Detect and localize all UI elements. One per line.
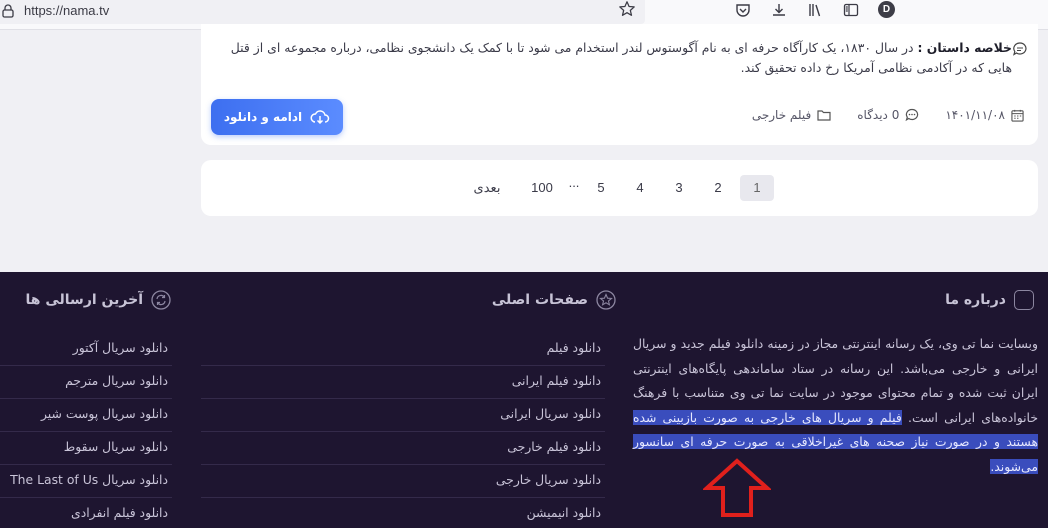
post-card: خلاصه داستان : در سال ۱۸۳۰، یک کارآگاه ح… [201, 24, 1038, 145]
lock-icon [2, 4, 14, 18]
summary-text: در سال ۱۸۳۰، یک کارآگاه حرفه ای به نام آ… [230, 40, 1012, 75]
page-5[interactable]: 5 [589, 175, 613, 201]
footer-link[interactable]: دانلود فیلم خارجی [201, 432, 605, 465]
summary-label: خلاصه داستان : [917, 40, 1013, 55]
page-4[interactable]: 4 [628, 175, 652, 201]
footer-link[interactable]: دانلود سریال آکتور [0, 333, 172, 366]
sidebar-icon[interactable] [843, 2, 859, 18]
footer-link[interactable]: دانلود سریال مترجم [0, 366, 172, 399]
pocket-icon[interactable] [735, 2, 751, 18]
address-bar[interactable]: https://nama.tv [0, 0, 645, 24]
main-pages-list: دانلود فیلم دانلود فیلم ایرانی دانلود سر… [201, 333, 605, 528]
bookmark-star-icon[interactable] [618, 0, 636, 18]
comments-icon [905, 108, 919, 122]
footer-link[interactable]: دانلود سریال خارجی [201, 465, 605, 498]
page-100[interactable]: 100 [527, 175, 557, 201]
footer-link[interactable]: دانلود انیمیشن [201, 498, 605, 528]
about-title: درباره ما [945, 290, 1034, 310]
page-3[interactable]: 3 [667, 175, 691, 201]
post-category[interactable]: فیلم خارجی [752, 108, 811, 122]
comment-icon [1013, 42, 1027, 56]
refresh-icon [151, 290, 171, 310]
annotation-arrow-icon [703, 458, 771, 517]
url-text: https://nama.tv [24, 3, 110, 18]
latest-posts-list: دانلود سریال آکتور دانلود سریال مترجم دا… [0, 333, 172, 528]
continue-download-button[interactable]: ادامه و دانلود [211, 99, 343, 135]
post-date: ۱۴۰۱/۱۱/۰۸ [945, 108, 1005, 122]
main-pages-title: صفحات اصلی [492, 290, 616, 310]
footer-link[interactable]: دانلود فیلم ایرانی [201, 366, 605, 399]
footer-link[interactable]: دانلود سریال The Last of Us [0, 465, 172, 498]
star-icon [596, 290, 616, 310]
story-summary: خلاصه داستان : در سال ۱۸۳۰، یک کارآگاه ح… [222, 38, 1012, 78]
site-footer: درباره ما وبسایت نما تی وی، یک رسانه این… [0, 272, 1048, 528]
library-icon[interactable] [807, 2, 823, 18]
about-text: وبسایت نما تی وی، یک رسانه اینترنتی مجاز… [633, 336, 1038, 474]
footer-link[interactable]: دانلود فیلم [201, 333, 605, 366]
page-2[interactable]: 2 [706, 175, 730, 201]
post-views[interactable]: 0 دیدگاه [857, 108, 899, 122]
user-card-icon [1014, 290, 1034, 310]
page-ellipsis: ... [568, 175, 580, 190]
post-meta: ۱۴۰۱/۱۱/۰۸ 0 دیدگاه فیلم خارجی [752, 108, 1024, 122]
pagination: 1 2 3 4 5 ... 100 بعدی [201, 160, 1038, 216]
calendar-icon [1011, 109, 1024, 122]
footer-link[interactable]: دانلود سریال پوست شیر [0, 399, 172, 432]
cloud-download-icon [310, 110, 330, 125]
footer-link[interactable]: دانلود سریال ایرانی [201, 399, 605, 432]
footer-link[interactable]: دانلود فیلم انفرادی [0, 498, 172, 528]
next-page-link[interactable]: بعدی [467, 175, 507, 201]
page-1[interactable]: 1 [740, 175, 774, 201]
latest-posts-title: آخرین ارسالی ها [26, 290, 171, 310]
footer-link[interactable]: دانلود سریال سقوط [0, 432, 172, 465]
continue-download-label: ادامه و دانلود [223, 110, 303, 124]
folder-icon [817, 110, 831, 121]
account-avatar[interactable]: D [878, 1, 895, 18]
download-icon[interactable] [771, 2, 787, 18]
